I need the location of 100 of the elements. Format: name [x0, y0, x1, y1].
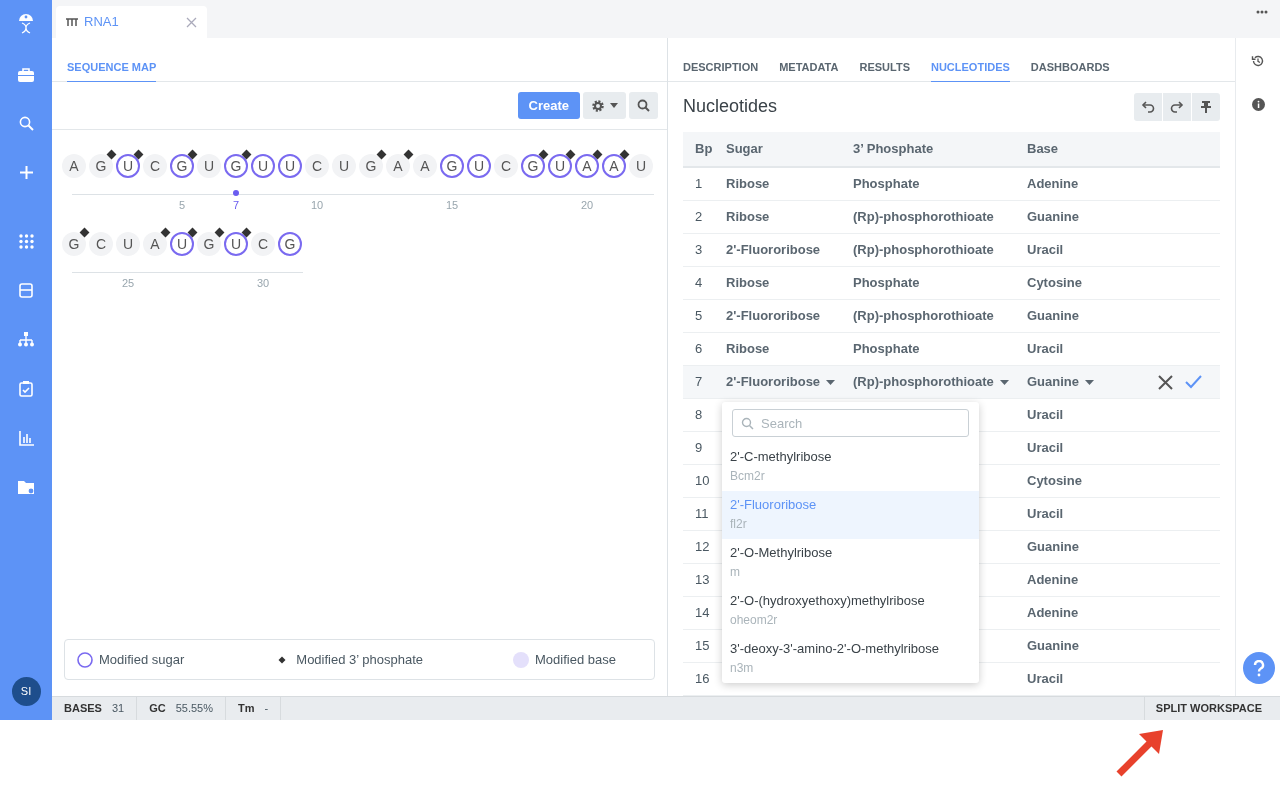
row-number: 5: [695, 308, 703, 324]
logo-icon: [17, 12, 35, 34]
nucleotide-base[interactable]: U: [197, 154, 221, 178]
base-select[interactable]: Guanine: [1027, 372, 1094, 392]
settings-button[interactable]: [583, 92, 626, 119]
nucleotide-base[interactable]: G: [278, 232, 302, 256]
redo-icon: [1170, 100, 1184, 114]
undo-button[interactable]: [1134, 93, 1162, 121]
legend-label: Modified sugar: [99, 650, 185, 669]
circle-outline-icon: [77, 651, 93, 668]
search-button[interactable]: [629, 92, 658, 119]
nucleotide-base[interactable]: A: [143, 232, 167, 256]
table-cell: 2'-Fluororibose: [726, 242, 821, 258]
axis-tick-label: 7: [232, 198, 240, 212]
column-header: Base: [1027, 141, 1059, 157]
axis-tick-label: 20: [580, 198, 594, 212]
view-tab[interactable]: DESCRIPTION: [683, 38, 759, 82]
nucleotide-base[interactable]: C: [251, 232, 275, 256]
nucleotide-base[interactable]: G: [89, 154, 113, 178]
table-cell: Ribose: [726, 341, 770, 357]
table-cell: Uracil: [1027, 506, 1064, 522]
folder-icon[interactable]: [18, 480, 34, 494]
row-number: 16: [695, 671, 710, 687]
axis-tick-label: 10: [310, 198, 324, 212]
redo-button[interactable]: [1163, 93, 1191, 121]
sugar-select[interactable]: 2'-Fluororibose: [726, 372, 836, 392]
close-icon[interactable]: [1158, 374, 1173, 390]
nucleotide-base[interactable]: G: [170, 154, 194, 178]
row-number: 10: [695, 473, 710, 489]
status-label: BASES: [64, 701, 102, 717]
bar-chart-icon[interactable]: [18, 431, 34, 446]
nucleotide-base[interactable]: U: [278, 154, 302, 178]
column-header: Sugar: [726, 141, 763, 157]
user-avatar[interactable]: SI: [11, 677, 41, 706]
table-cell: (Rp)-phosphorothioate: [853, 308, 994, 324]
nucleotide-base[interactable]: U: [170, 232, 194, 256]
search-icon: [637, 99, 650, 112]
nucleotide-base[interactable]: G: [440, 154, 464, 178]
nucleotide-base[interactable]: A: [413, 154, 437, 178]
nucleotide-base[interactable]: A: [602, 154, 626, 178]
grid-icon[interactable]: [18, 234, 34, 249]
phosphate-select[interactable]: (Rp)-phosphorothioate: [853, 372, 1009, 392]
nucleotide-base[interactable]: C: [89, 232, 113, 256]
nucleotide-base[interactable]: A: [386, 154, 410, 178]
nucleotide-base[interactable]: U: [224, 232, 248, 256]
option-code: Bcm2r: [730, 467, 766, 485]
table-cell: Adenine: [1027, 572, 1079, 588]
nucleotide-base[interactable]: A: [575, 154, 599, 178]
row-number: 15: [695, 638, 710, 654]
option-code: fl2r: [730, 515, 748, 533]
briefcase-icon[interactable]: [18, 68, 34, 82]
nucleotide-base[interactable]: U: [467, 154, 491, 178]
table-cell: (Rp)-phosphorothioate: [853, 242, 994, 258]
pin-button[interactable]: [1192, 93, 1220, 121]
nucleotide-base[interactable]: G: [62, 232, 86, 256]
nucleotide-base[interactable]: U: [332, 154, 356, 178]
nucleotide-base[interactable]: G: [521, 154, 545, 178]
layout-icon[interactable]: [19, 283, 33, 298]
search-icon[interactable]: [18, 116, 34, 131]
dropdown-option[interactable]: 3'-deoxy-3'-amino-2'-O-methylribose n3m: [722, 635, 979, 683]
status-label: GC: [149, 701, 166, 717]
nucleotide-base[interactable]: U: [548, 154, 572, 178]
table-cell: Ribose: [726, 209, 770, 225]
status-value: -: [264, 701, 269, 717]
table-cell: (Rp)-phosphorothioate: [853, 209, 994, 225]
table-cell: Phosphate: [853, 176, 920, 192]
dropdown-option[interactable]: 2'-C-methylribose Bcm2r: [722, 443, 979, 491]
plus-icon[interactable]: [18, 165, 34, 180]
nucleotide-base[interactable]: U: [116, 232, 140, 256]
table-cell: 2'-Fluororibose: [726, 308, 821, 324]
info-icon[interactable]: [1251, 98, 1265, 111]
nucleotide-base[interactable]: C: [494, 154, 518, 178]
search-field[interactable]: Search: [732, 409, 969, 437]
view-tab[interactable]: METADATA: [779, 38, 839, 82]
dropdown-option[interactable]: 2'-O-Methylribose m: [722, 539, 979, 587]
nucleotide-base[interactable]: C: [305, 154, 329, 178]
help-button[interactable]: [1243, 652, 1275, 684]
status-label: Tm: [237, 701, 255, 717]
more-icon[interactable]: [1256, 10, 1268, 14]
nucleotide-base[interactable]: U: [251, 154, 275, 178]
option-name: 2'-C-methylribose: [730, 448, 833, 466]
nucleotide-base[interactable]: U: [116, 154, 140, 178]
dropdown-option[interactable]: 2'-O-(hydroxyethoxy)methylribose oheom2r: [722, 587, 979, 635]
nucleotide-base[interactable]: G: [359, 154, 383, 178]
nucleotide-base[interactable]: U: [629, 154, 653, 178]
nucleotide-base[interactable]: C: [143, 154, 167, 178]
option-name: 3'-deoxy-3'-amino-2'-O-methylribose: [730, 640, 940, 658]
view-tab[interactable]: RESULTS: [859, 38, 910, 82]
column-header: 3’ Phosphate: [853, 141, 934, 157]
history-icon[interactable]: [1251, 54, 1265, 68]
checkmark-icon[interactable]: [1185, 375, 1202, 389]
sequence-icon: [66, 18, 78, 26]
nucleotide-base[interactable]: A: [62, 154, 86, 178]
view-tab[interactable]: DASHBOARDS: [1030, 38, 1110, 82]
nucleotide-base[interactable]: G: [224, 154, 248, 178]
status-value: 31: [111, 701, 125, 717]
table-cell: Guanine: [1027, 308, 1079, 324]
clipboard-check-icon[interactable]: [19, 381, 33, 397]
nucleotide-base[interactable]: G: [197, 232, 221, 256]
hierarchy-icon[interactable]: [18, 332, 34, 347]
